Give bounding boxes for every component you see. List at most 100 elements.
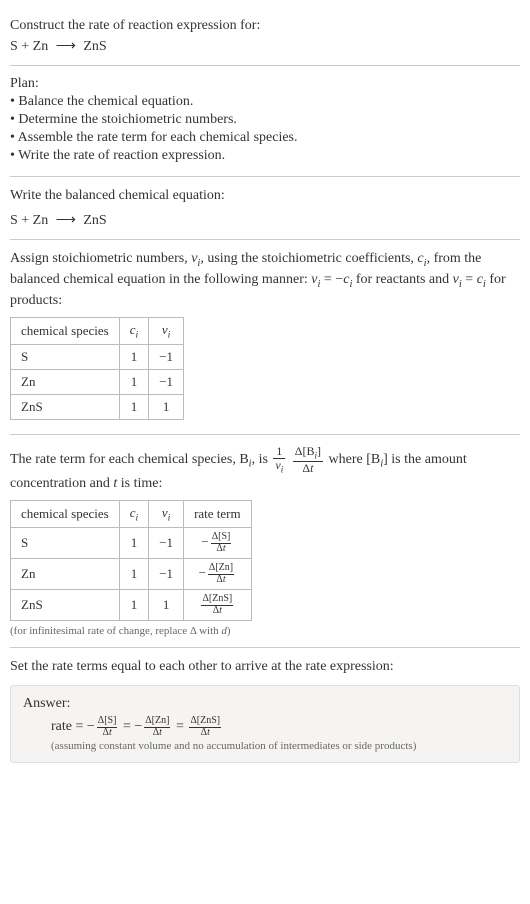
final-section: Set the rate terms equal to each other t… [10, 648, 520, 773]
rate-term-table: chemical species ci νi rate term S 1 −1 … [10, 500, 252, 622]
text: , is [252, 452, 272, 467]
frac-num: Δ[Zn] [208, 563, 234, 575]
frac-den: Δt [144, 728, 170, 739]
frac-den: Δt [293, 462, 323, 475]
frac-den: νi [273, 459, 285, 475]
stoich-table: chemical species ci νi S 1 −1 Zn 1 −1 Zn… [10, 317, 184, 421]
frac-num: Δ[S] [211, 532, 232, 544]
frac-num: Δ[Zn] [144, 716, 170, 728]
table-header-row: chemical species ci νi [11, 317, 184, 345]
fraction: Δ[Zn]Δt [144, 716, 170, 738]
cell-nui: −1 [149, 370, 184, 395]
cell-ci: 1 [119, 590, 149, 621]
fraction: Δ[S]Δt [97, 716, 118, 738]
col-nui: νi [149, 500, 184, 528]
text: where [B [329, 452, 381, 467]
cell-ci: 1 [119, 345, 149, 370]
col-rate: rate term [184, 500, 252, 528]
cell-rate: Δ[ZnS]Δt [184, 590, 252, 621]
balanced-equation: S + Zn ⟶ ZnS [10, 212, 520, 229]
fraction: Δ[ZnS]Δt [201, 594, 233, 616]
fraction: 1 νi [273, 445, 285, 474]
arrow-icon: ⟶ [52, 213, 80, 228]
cell-species: S [11, 528, 120, 559]
answer-equation: rate = −Δ[S]Δt = −Δ[Zn]Δt = Δ[ZnS]Δt [51, 716, 507, 738]
cell-species: ZnS [11, 590, 120, 621]
text: The rate term for each chemical species,… [10, 452, 249, 467]
eq-rhs: ZnS [83, 39, 106, 54]
cell-species: S [11, 345, 120, 370]
frac-num: 1 [273, 445, 285, 459]
sign: − [199, 565, 206, 580]
sub: i [281, 464, 284, 474]
cell-ci: 1 [119, 370, 149, 395]
nui-sub: i [168, 329, 171, 340]
text: is time: [117, 476, 162, 491]
ci-sub: i [136, 329, 139, 340]
text: , using the stoichiometric coefficients, [200, 251, 417, 266]
table-row: S 1 −1 −Δ[S]Δt [11, 528, 252, 559]
table-row: Zn 1 −1 −Δ[Zn]Δt [11, 559, 252, 590]
text: Assign stoichiometric numbers, [10, 251, 191, 266]
frac-den: Δt [211, 544, 232, 555]
text: = − [320, 272, 343, 287]
col-species: chemical species [11, 317, 120, 345]
frac-den: Δt [189, 728, 221, 739]
eq-lhs: S + Zn [10, 213, 48, 228]
ci-sub: i [136, 512, 139, 523]
text: = [462, 272, 477, 287]
table-row: Zn 1 −1 [11, 370, 184, 395]
col-nui: νi [149, 317, 184, 345]
cell-ci: 1 [119, 528, 149, 559]
fraction: Δ[Bi] Δt [293, 445, 323, 474]
frac-num: Δ[ZnS] [201, 594, 233, 606]
col-species: chemical species [11, 500, 120, 528]
arrow-icon: ⟶ [52, 39, 80, 54]
frac-den: Δt [208, 575, 234, 586]
cell-rate: −Δ[S]Δt [184, 528, 252, 559]
frac-den: Δt [201, 606, 233, 617]
prompt-text: Construct the rate of reaction expressio… [10, 18, 520, 34]
prompt-section: Construct the rate of reaction expressio… [10, 8, 520, 66]
answer-label: Answer: [23, 696, 507, 712]
rate-word: rate = [51, 719, 87, 734]
plan-bullet: • Assemble the rate term for each chemic… [10, 130, 520, 146]
text: for reactants and [352, 272, 452, 287]
table-header-row: chemical species ci νi rate term [11, 500, 252, 528]
rate-term-intro: The rate term for each chemical species,… [10, 445, 520, 493]
answer-box: Answer: rate = −Δ[S]Δt = −Δ[Zn]Δt = Δ[Zn… [10, 685, 520, 763]
sign: − [134, 719, 142, 734]
stoich-section: Assign stoichiometric numbers, νi , using… [10, 240, 520, 435]
balanced-section: Write the balanced chemical equation: S … [10, 177, 520, 240]
fraction: Δ[ZnS]Δt [189, 716, 221, 738]
cell-species: Zn [11, 559, 120, 590]
frac-num: Δ[ZnS] [189, 716, 221, 728]
cell-nui: −1 [149, 345, 184, 370]
frac-num: Δ[Bi] [293, 445, 323, 462]
frac-num: Δ[S] [97, 716, 118, 728]
cell-species: Zn [11, 370, 120, 395]
answer-note: (assuming constant volume and no accumul… [51, 740, 507, 752]
plan-bullet: • Determine the stoichiometric numbers. [10, 112, 520, 128]
plan-bullet: • Balance the chemical equation. [10, 94, 520, 110]
plan-section: Plan: • Balance the chemical equation. •… [10, 66, 520, 177]
cell-nui: 1 [149, 590, 184, 621]
cell-species: ZnS [11, 395, 120, 420]
final-intro: Set the rate terms equal to each other t… [10, 658, 520, 677]
eq-lhs: S + Zn [10, 39, 48, 54]
sign: − [201, 534, 208, 549]
plan-title: Plan: [10, 76, 520, 92]
dt: Δt [302, 461, 313, 475]
prompt-equation: S + Zn ⟶ ZnS [10, 38, 520, 55]
text: ] [317, 444, 321, 458]
fraction: Δ[S]Δt [211, 532, 232, 554]
cell-ci: 1 [119, 395, 149, 420]
nui-sub: i [168, 512, 171, 523]
balanced-intro: Write the balanced chemical equation: [10, 187, 520, 206]
table-row: ZnS 1 1 [11, 395, 184, 420]
eq-sep: = [123, 719, 134, 734]
rate-term-note: (for infinitesimal rate of change, repla… [10, 625, 520, 637]
stoich-intro: Assign stoichiometric numbers, νi, using… [10, 250, 520, 311]
sign: − [87, 719, 95, 734]
text: Δ[B [295, 444, 315, 458]
